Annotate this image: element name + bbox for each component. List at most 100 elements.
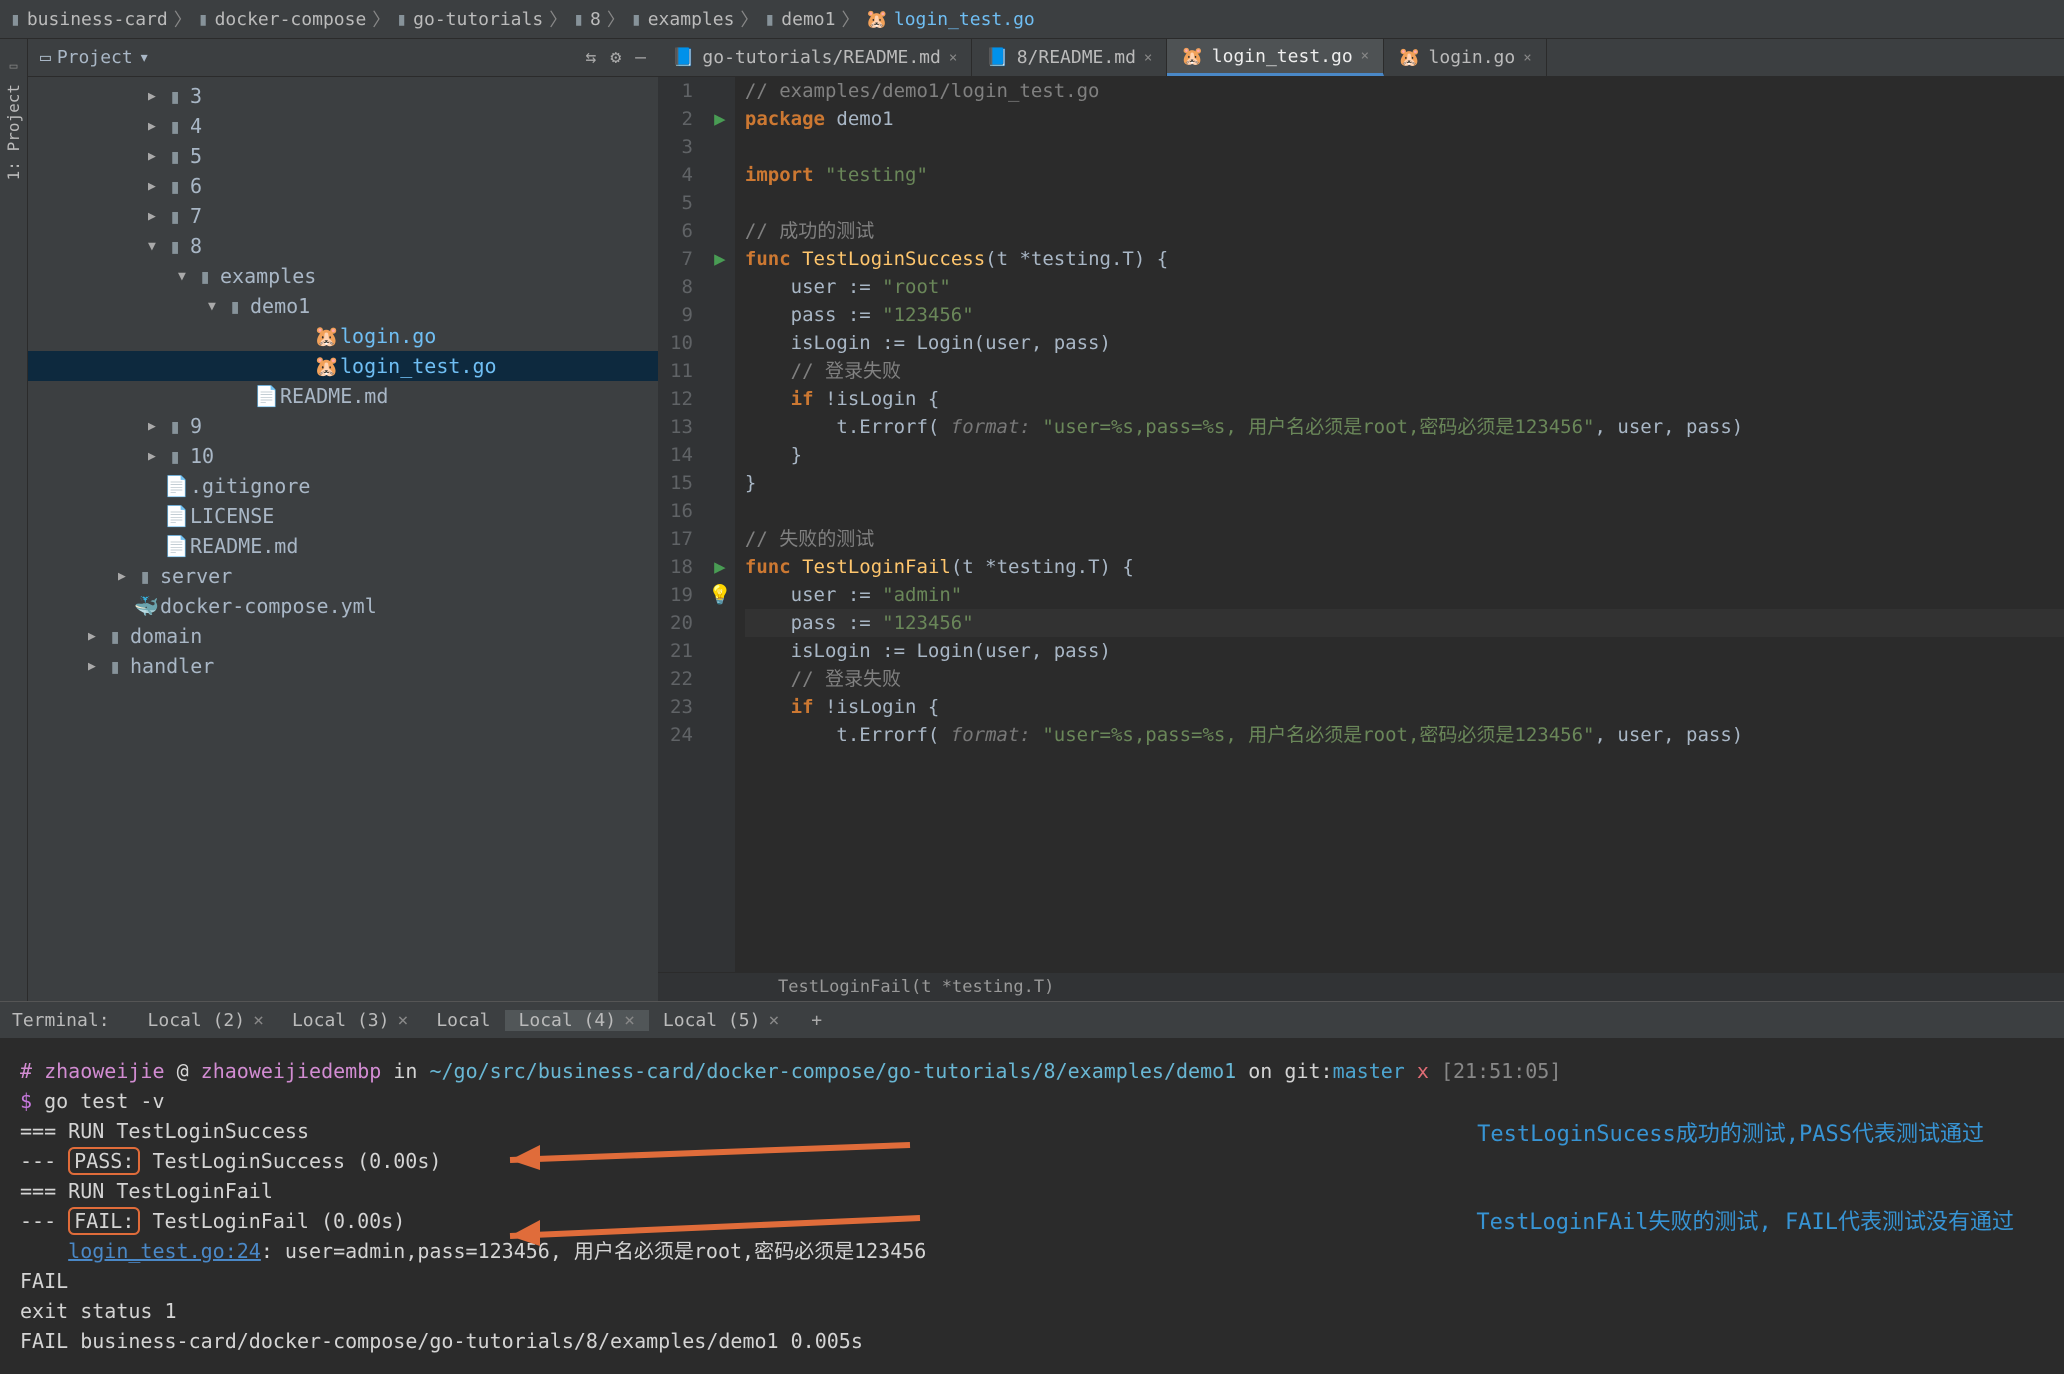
close-icon[interactable]: ×	[768, 1010, 779, 1031]
tree-item[interactable]: ▶▮7	[28, 201, 658, 231]
folder-icon: ▮	[194, 264, 216, 288]
line-gutter: 123456789101112131415161718192021222324	[658, 77, 705, 972]
close-icon[interactable]: ×	[1361, 48, 1369, 64]
project-tab-label[interactable]: 1: Project	[4, 84, 23, 180]
close-icon[interactable]: ×	[624, 1010, 635, 1031]
tree-item-label: 4	[190, 114, 202, 138]
breadcrumb-item[interactable]: ▮go-tutorials	[396, 9, 543, 30]
add-tab-icon[interactable]: +	[811, 1010, 822, 1031]
editor-tab[interactable]: 🐹login.go×	[1384, 39, 1547, 76]
project-header: ▭ Project ▾ ⇆ ⚙ —	[28, 39, 658, 77]
folder-icon: ▮	[104, 654, 126, 678]
error-link[interactable]: login_test.go:24	[68, 1239, 261, 1263]
tree-item-label: README.md	[280, 384, 388, 408]
chevron-right-icon: 〉	[372, 6, 390, 32]
tree-item[interactable]: 📄README.md	[28, 531, 658, 561]
terminal-tab[interactable]: Local (3)×	[278, 1010, 422, 1031]
editor-tab[interactable]: 📘8/README.md×	[972, 39, 1167, 76]
folder-icon: ▮	[164, 144, 186, 168]
close-icon[interactable]: ×	[1144, 50, 1152, 66]
tree-item[interactable]: ▼▮examples	[28, 261, 658, 291]
folder-icon: ▮	[164, 204, 186, 228]
tree-item[interactable]: ▶▮10	[28, 441, 658, 471]
tree-item[interactable]: ▶▮6	[28, 171, 658, 201]
folder-icon: ▮	[764, 9, 775, 30]
tree-item-label: 6	[190, 174, 202, 198]
left-tool-tabs[interactable]: ▭ 1: Project	[0, 39, 28, 1001]
annotation-text: TestLoginFAil失败的测试, FAIL代表测试没有通过	[1476, 1208, 2014, 1238]
tree-item-label: demo1	[250, 294, 310, 318]
close-icon[interactable]: ×	[949, 50, 957, 66]
mdfile-icon: 📄	[254, 384, 276, 408]
md-file-icon: 📘	[672, 47, 694, 68]
tab-label: 8/README.md	[1017, 47, 1136, 68]
tree-item-label: login_test.go	[340, 354, 497, 378]
project-tree[interactable]: ▶▮3▶▮4▶▮5▶▮6▶▮7▼▮8▼▮examples▼▮demo1🐹logi…	[28, 77, 658, 1001]
breadcrumb-item[interactable]: ▮docker-compose	[198, 9, 367, 30]
tree-item[interactable]: ▼▮8	[28, 231, 658, 261]
editor-tab[interactable]: 🐹login_test.go×	[1167, 39, 1384, 76]
tree-item-label: .gitignore	[190, 474, 310, 498]
editor-tab[interactable]: 📘 go-tutorials/README.md ×	[658, 39, 972, 76]
code-content[interactable]: // examples/demo1/login_test.gopackage d…	[735, 77, 2064, 972]
folder-icon: ▮	[164, 84, 186, 108]
run-icon[interactable]: ▶	[714, 556, 725, 578]
tree-item[interactable]: 📄LICENSE	[28, 501, 658, 531]
breadcrumb-item[interactable]: ▮demo1	[764, 9, 835, 30]
tree-item[interactable]: 🐹login_test.go	[28, 351, 658, 381]
breadcrumb-item[interactable]: ▮business-card	[10, 9, 168, 30]
tree-item-label: 9	[190, 414, 202, 438]
gear-icon[interactable]: ⚙	[610, 47, 621, 68]
tab-label: go-tutorials/README.md	[702, 47, 940, 68]
tree-item[interactable]: ▶▮4	[28, 111, 658, 141]
tree-item-label: server	[160, 564, 232, 588]
pass-badge: PASS:	[68, 1147, 140, 1175]
terminal-tab[interactable]: Local (2)×	[134, 1010, 278, 1031]
mdfile-icon: 📄	[164, 534, 186, 558]
tab-label: Local (5)	[663, 1010, 761, 1031]
run-icon[interactable]: ▶	[714, 248, 725, 270]
close-icon[interactable]: ×	[253, 1010, 264, 1031]
minimize-icon[interactable]: —	[635, 47, 646, 68]
editor-breadcrumb[interactable]: TestLoginFail(t *testing.T)	[658, 972, 2064, 1001]
close-icon[interactable]: ×	[1523, 50, 1531, 66]
tree-item[interactable]: ▶▮5	[28, 141, 658, 171]
terminal-tabs: Terminal: Local (2)×Local (3)×LocalLocal…	[0, 1002, 2064, 1038]
tree-item-label: 7	[190, 204, 202, 228]
tree-item[interactable]: ▶▮9	[28, 411, 658, 441]
project-title[interactable]: ▭ Project ▾	[40, 47, 577, 68]
tree-item[interactable]: 🐹login.go	[28, 321, 658, 351]
blank-file-icon: ▭	[10, 59, 18, 74]
breadcrumb-bar: ▮business-card〉 ▮docker-compose〉 ▮go-tut…	[0, 0, 2064, 39]
tree-item[interactable]: 📄.gitignore	[28, 471, 658, 501]
folder-icon: ▮	[573, 9, 584, 30]
chevron-right-icon: 〉	[607, 6, 625, 32]
terminal-tab[interactable]: Local	[422, 1010, 504, 1031]
tree-item[interactable]: ▼▮demo1	[28, 291, 658, 321]
tree-item-label: LICENSE	[190, 504, 274, 528]
breadcrumb-file[interactable]: 🐹login_test.go	[865, 9, 1034, 30]
breadcrumb-item[interactable]: ▮8	[573, 9, 601, 30]
tree-item[interactable]: ▶▮3	[28, 81, 658, 111]
folder-icon: ▮	[631, 9, 642, 30]
run-icon[interactable]: ▶	[714, 108, 725, 130]
terminal-tab[interactable]: Local (4)×	[505, 1010, 649, 1031]
tree-item-label: domain	[130, 624, 202, 648]
code-editor[interactable]: 123456789101112131415161718192021222324 …	[658, 77, 2064, 972]
collapse-icon[interactable]: ⇆	[585, 47, 596, 68]
breadcrumb-item[interactable]: ▮examples	[631, 9, 735, 30]
file-icon: 📄	[164, 474, 186, 498]
close-icon[interactable]: ×	[397, 1010, 408, 1031]
tree-item-label: 3	[190, 84, 202, 108]
tree-item[interactable]: ▶▮domain	[28, 621, 658, 651]
gutter-marks[interactable]: ▶ ▶ ▶ 💡	[705, 77, 735, 972]
bulb-icon[interactable]: 💡	[708, 584, 732, 606]
tree-item[interactable]: ▶▮server	[28, 561, 658, 591]
tree-item[interactable]: 🐳docker-compose.yml	[28, 591, 658, 621]
terminal-content[interactable]: # zhaoweijie @ zhaoweijiedembp in ~/go/s…	[0, 1038, 2064, 1374]
tree-item[interactable]: ▶▮handler	[28, 651, 658, 681]
folder-icon: ▮	[134, 564, 156, 588]
tree-item[interactable]: 📄README.md	[28, 381, 658, 411]
terminal-tab[interactable]: Local (5) ×	[649, 1010, 793, 1031]
folder-icon: ▮	[164, 234, 186, 258]
